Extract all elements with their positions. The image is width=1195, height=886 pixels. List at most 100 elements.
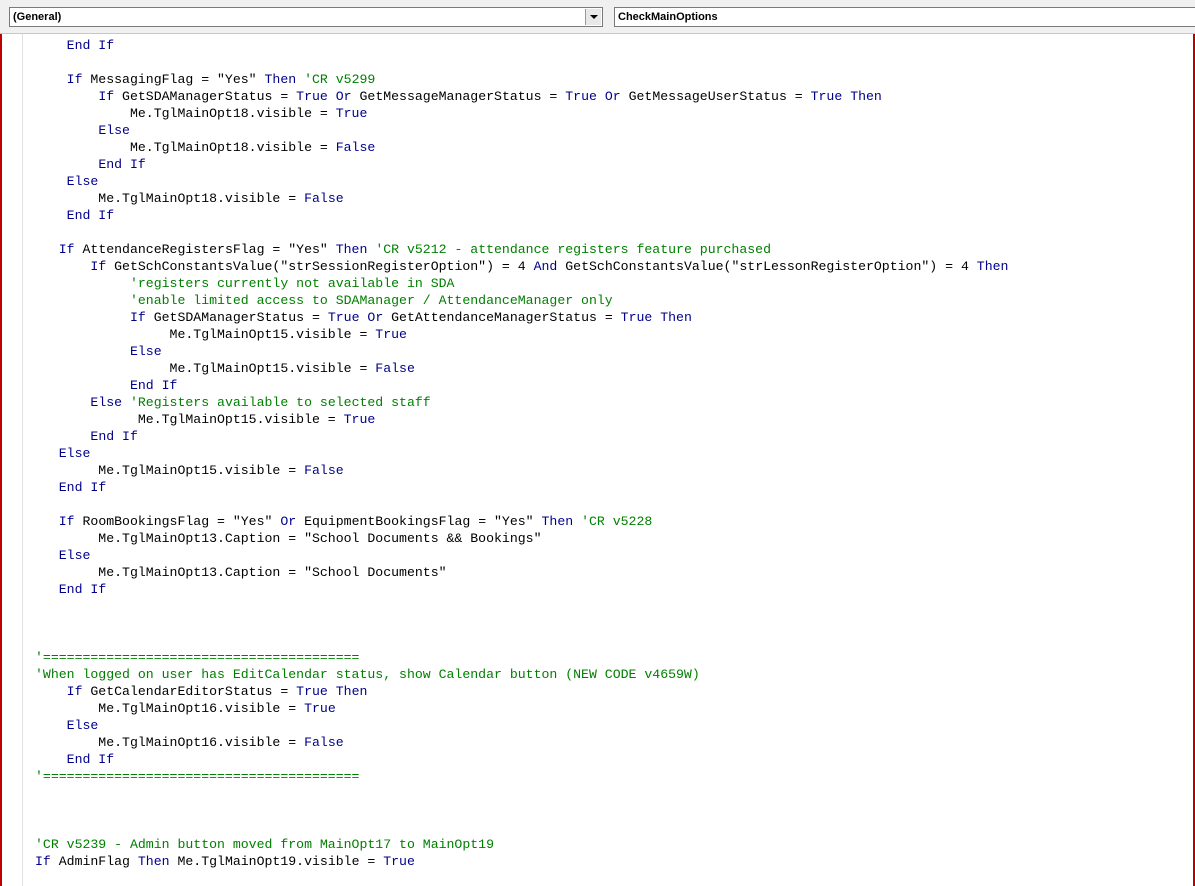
code-window-toolbar: (General) CheckMainOptions bbox=[0, 0, 1195, 34]
code-line[interactable]: Me.TglMainOpt18.visible = False bbox=[35, 190, 1008, 207]
code-line[interactable] bbox=[35, 496, 1008, 513]
code-line[interactable]: If AdminFlag Then Me.TglMainOpt19.visibl… bbox=[35, 853, 1008, 870]
keyword-token: True bbox=[620, 310, 653, 325]
procedure-dropdown[interactable]: CheckMainOptions bbox=[614, 7, 1195, 27]
code-line[interactable]: End If bbox=[35, 37, 1008, 54]
code-line[interactable]: Me.TglMainOpt13.Caption = "School Docume… bbox=[35, 530, 1008, 547]
comment-token: 'CR v5299 bbox=[304, 72, 376, 87]
object-dropdown-value: (General) bbox=[13, 11, 62, 23]
code-token: Me.TglMainOpt18.visible = bbox=[35, 106, 336, 121]
code-token: Me.TglMainOpt15.visible = bbox=[35, 463, 305, 478]
keyword-token: True bbox=[304, 701, 336, 716]
code-line[interactable]: End If bbox=[35, 207, 1008, 224]
code-line[interactable] bbox=[35, 802, 1008, 819]
keyword-token: If bbox=[58, 514, 75, 529]
margin-indicator-bar[interactable] bbox=[0, 34, 23, 886]
code-line[interactable]: Me.TglMainOpt18.visible = False bbox=[35, 139, 1008, 156]
code-line[interactable] bbox=[35, 615, 1008, 632]
chevron-down-icon[interactable] bbox=[585, 9, 601, 25]
code-line[interactable] bbox=[35, 598, 1008, 615]
code-line[interactable] bbox=[35, 819, 1008, 836]
keyword-token: True bbox=[375, 327, 407, 342]
keyword-token: Then bbox=[137, 854, 170, 869]
code-line[interactable]: Me.TglMainOpt15.visible = True bbox=[35, 411, 1008, 428]
code-token: GetSDAManagerStatus = bbox=[145, 310, 328, 325]
code-line[interactable]: Me.TglMainOpt15.visible = False bbox=[35, 360, 1008, 377]
code-line[interactable]: If GetSchConstantsValue("strSessionRegis… bbox=[35, 258, 1008, 275]
code-token: GetSchConstantsValue("strLessonRegisterO… bbox=[557, 259, 977, 274]
code-line[interactable]: '=======================================… bbox=[35, 768, 1008, 785]
code-line[interactable]: Else 'Registers available to selected st… bbox=[35, 394, 1008, 411]
code-line[interactable]: Me.TglMainOpt15.visible = True bbox=[35, 326, 1008, 343]
keyword-token: Then bbox=[541, 514, 574, 529]
code-line[interactable] bbox=[35, 632, 1008, 649]
code-line[interactable]: Me.TglMainOpt13.Caption = "School Docume… bbox=[35, 564, 1008, 581]
code-line[interactable]: Me.TglMainOpt16.visible = True bbox=[35, 700, 1008, 717]
comment-token: 'CR v5228 bbox=[581, 514, 653, 529]
object-dropdown[interactable]: (General) bbox=[9, 7, 603, 27]
code-line[interactable]: End If bbox=[35, 377, 1008, 394]
code-line[interactable]: Me.TglMainOpt15.visible = False bbox=[35, 462, 1008, 479]
code-token: RoomBookingsFlag = "Yes" bbox=[74, 514, 281, 529]
code-line[interactable]: 'enable limited access to SDAManager / A… bbox=[35, 292, 1008, 309]
code-token: Me.TglMainOpt13.Caption = "School Docume… bbox=[35, 565, 447, 580]
code-line[interactable]: Else bbox=[35, 343, 1008, 360]
code-line[interactable]: If GetSDAManagerStatus = True Or GetMess… bbox=[35, 88, 1008, 105]
code-line[interactable] bbox=[35, 224, 1008, 241]
keyword-token: Or bbox=[604, 89, 621, 104]
comment-token: 'CR v5239 - Admin button moved from Main… bbox=[35, 837, 494, 852]
keyword-token: And bbox=[533, 259, 558, 274]
code-line[interactable]: Me.TglMainOpt18.visible = True bbox=[35, 105, 1008, 122]
code-line[interactable]: If RoomBookingsFlag = "Yes" Or Equipment… bbox=[35, 513, 1008, 530]
keyword-token: Else bbox=[129, 344, 162, 359]
code-line[interactable]: If AttendanceRegistersFlag = "Yes" Then … bbox=[35, 241, 1008, 258]
code-line[interactable]: Else bbox=[35, 547, 1008, 564]
procedure-dropdown-value: CheckMainOptions bbox=[618, 11, 718, 23]
keyword-token: If bbox=[35, 854, 51, 869]
keyword-token: Then bbox=[660, 310, 692, 325]
code-line[interactable]: Me.TglMainOpt16.visible = False bbox=[35, 734, 1008, 751]
keyword-token: End If bbox=[58, 480, 107, 495]
code-line[interactable]: Else bbox=[35, 717, 1008, 734]
code-token: Me.TglMainOpt15.visible = bbox=[35, 361, 376, 376]
code-text[interactable]: End If If MessagingFlag = "Yes" Then 'CR… bbox=[35, 37, 1008, 886]
code-line[interactable]: End If bbox=[35, 428, 1008, 445]
keyword-token: True bbox=[296, 89, 328, 104]
code-line[interactable]: If MessagingFlag = "Yes" Then 'CR v5299 bbox=[35, 71, 1008, 88]
keyword-token: End If bbox=[129, 378, 178, 393]
code-token: MessagingFlag = "Yes" bbox=[82, 72, 265, 87]
code-line[interactable]: End If bbox=[35, 479, 1008, 496]
keyword-token: Then bbox=[264, 72, 297, 87]
code-line[interactable]: End If bbox=[35, 581, 1008, 598]
code-line[interactable]: Else bbox=[35, 122, 1008, 139]
code-line[interactable]: If GetSDAManagerStatus = True Or GetAtte… bbox=[35, 309, 1008, 326]
code-editor[interactable]: End If If MessagingFlag = "Yes" Then 'CR… bbox=[0, 34, 1195, 886]
code-line[interactable] bbox=[35, 785, 1008, 802]
code-line[interactable]: 'When logged on user has EditCalendar st… bbox=[35, 666, 1008, 683]
code-line[interactable]: Else bbox=[35, 445, 1008, 462]
code-line[interactable]: End If bbox=[35, 156, 1008, 173]
keyword-token: Then bbox=[850, 89, 882, 104]
code-line[interactable] bbox=[35, 54, 1008, 71]
code-line[interactable]: End If bbox=[35, 751, 1008, 768]
code-line[interactable]: Else bbox=[35, 173, 1008, 190]
code-line[interactable] bbox=[35, 870, 1008, 886]
code-line[interactable]: 'CR v5239 - Admin button moved from Main… bbox=[35, 836, 1008, 853]
code-line[interactable]: 'registers currently not available in SD… bbox=[35, 275, 1008, 292]
code-line[interactable]: If GetCalendarEditorStatus = True Then bbox=[35, 683, 1008, 700]
code-line[interactable]: '=======================================… bbox=[35, 649, 1008, 666]
